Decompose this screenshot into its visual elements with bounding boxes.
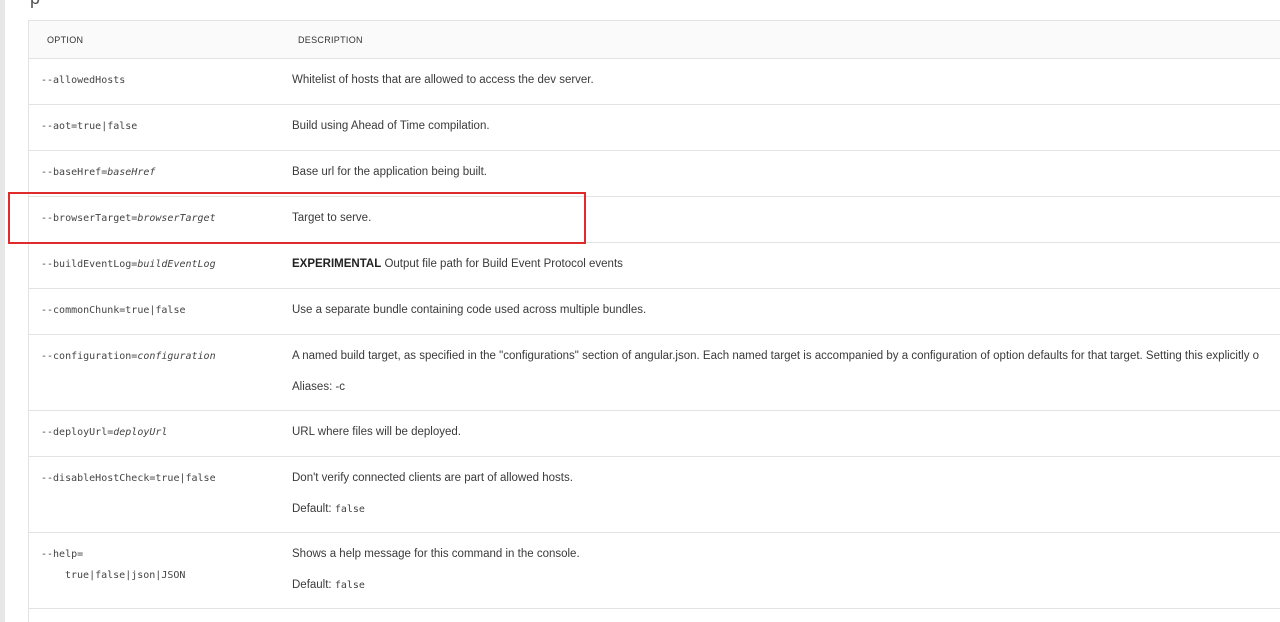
option-name: --configuration=configuration [41, 351, 216, 362]
option-description: A named build target, as specified in th… [292, 350, 1260, 362]
option-description: Whitelist of hosts that are allowed to a… [292, 74, 594, 86]
option-name: --aot=true|false [41, 121, 138, 132]
option-description: URL where files will be deployed. [292, 426, 461, 438]
options-table: OPTION DESCRIPTION --allowedHosts Whitel… [28, 20, 1280, 622]
option-aliases: Aliases: -c [292, 381, 346, 393]
option-name: --deployUrl=deployUrl [41, 427, 168, 438]
table-row: --buildEventLog=buildEventLog EXPERIMENT… [29, 243, 1280, 289]
option-name: --commonChunk=true|false [41, 305, 186, 316]
option-name: --baseHref=baseHref [41, 167, 156, 178]
table-row: --allowedHosts Whitelist of hosts that a… [29, 59, 1280, 105]
option-description: Use a separate bundle containing code us… [292, 304, 647, 316]
heading-fragment: p [30, 0, 40, 9]
column-header-description: DESCRIPTION [298, 35, 363, 45]
experimental-label: EXPERIMENTAL [292, 258, 382, 270]
option-name: --disableHostCheck=true|false [41, 473, 216, 484]
table-header-row: OPTION DESCRIPTION [29, 21, 1280, 59]
option-name: --allowedHosts [41, 75, 126, 86]
column-header-option: OPTION [47, 35, 84, 45]
option-default: Default: false [292, 579, 365, 591]
table-row: --commonChunk=true|false Use a separate … [29, 289, 1280, 335]
table-row: --help= true|false|json|JSON Shows a hel… [29, 533, 1280, 609]
table-row: --configuration=configuration A named bu… [29, 335, 1280, 411]
table-row: --aot=true|false Build using Ahead of Ti… [29, 105, 1280, 151]
docs-page: p OPTION DESCRIPTION --allowedHosts Whit… [0, 0, 1280, 622]
option-description: Don't verify connected clients are part … [292, 472, 573, 484]
option-name: --help= [41, 549, 84, 560]
option-name-continued: true|false|json|JSON [65, 570, 186, 581]
table-row: --disableHostCheck=true|false Don't veri… [29, 457, 1280, 533]
option-default: Default: false [292, 503, 365, 515]
option-name: --browserTarget=browserTarget [41, 213, 216, 224]
option-description: EXPERIMENTAL Output file path for Build … [292, 258, 623, 270]
option-description: Target to serve. [292, 212, 372, 224]
table-row: --browserTarget=browserTarget Target to … [29, 197, 1280, 243]
option-description: Shows a help message for this command in… [292, 548, 580, 560]
table-row: --baseHref=baseHref Base url for the app… [29, 151, 1280, 197]
option-description: Build using Ahead of Time compilation. [292, 120, 490, 132]
left-scroll-strip [0, 0, 5, 622]
option-description: Base url for the application being built… [292, 166, 487, 178]
table-row-partial [29, 609, 1280, 622]
table-row: --deployUrl=deployUrl URL where files wi… [29, 411, 1280, 457]
option-name: --buildEventLog=buildEventLog [41, 259, 216, 270]
